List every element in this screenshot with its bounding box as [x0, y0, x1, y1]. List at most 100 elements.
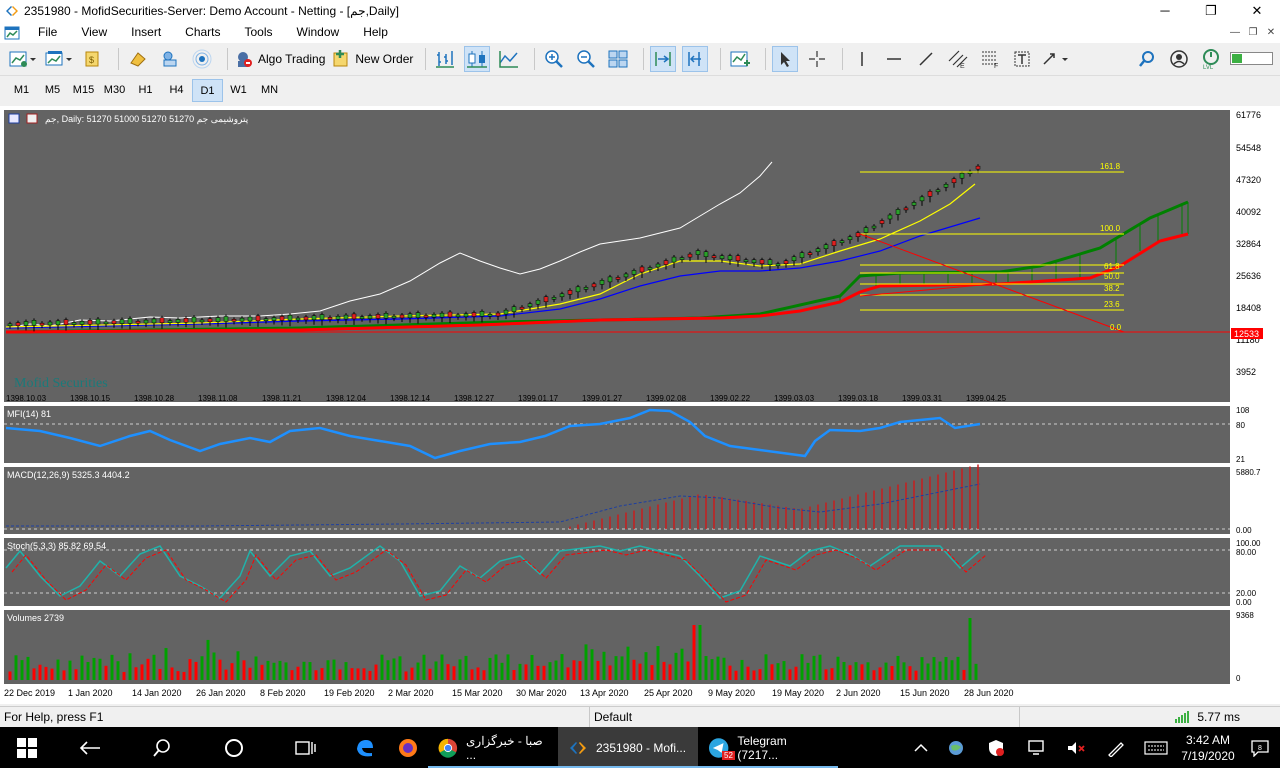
tray-keyboard-button[interactable]	[1136, 727, 1176, 768]
profiles-button[interactable]	[44, 46, 74, 72]
menu-help[interactable]: Help	[351, 22, 400, 43]
minimize-button[interactable]: ─	[1142, 0, 1188, 22]
horizontal-line-button[interactable]	[881, 46, 907, 72]
vertical-line-button[interactable]	[849, 46, 875, 72]
toolbar-separator	[720, 48, 722, 70]
menu-insert[interactable]: Insert	[119, 22, 173, 43]
candlestick-chart-button[interactable]	[464, 46, 491, 72]
timeframe-mn[interactable]: MN	[254, 79, 285, 102]
volume-bar	[584, 644, 588, 680]
timeframe-d1[interactable]: D1	[192, 79, 223, 102]
chrome-icon	[438, 738, 458, 758]
toolbar-separator	[425, 48, 427, 70]
auto-scroll-button[interactable]	[650, 46, 677, 72]
text-button[interactable]	[1009, 46, 1035, 72]
timeframe-m1[interactable]: M1	[6, 79, 37, 102]
status-connection[interactable]: 5.77 ms	[1175, 710, 1280, 724]
volume-bar	[128, 653, 132, 680]
volume-bar	[602, 651, 606, 680]
menu-tools[interactable]: Tools	[233, 22, 285, 43]
tile-windows-button[interactable]	[605, 46, 631, 72]
timeframe-h4[interactable]: H4	[161, 79, 192, 102]
equidistant-channel-button[interactable]: E	[945, 46, 971, 72]
tray-globe-button[interactable]	[936, 727, 976, 768]
candle-body	[23, 321, 29, 326]
task-view-button[interactable]	[270, 727, 342, 768]
volume-bar	[452, 666, 456, 680]
volume-bar	[560, 654, 564, 680]
start-button[interactable]	[0, 727, 54, 768]
line-chart-button[interactable]	[496, 46, 522, 72]
timeframe-w1[interactable]: W1	[223, 79, 254, 102]
mdi-restore-button[interactable]: ❐	[1244, 27, 1262, 38]
bar-chart-button[interactable]	[432, 46, 458, 72]
stoch-panel[interactable]	[4, 538, 1230, 606]
candle-body	[71, 322, 77, 325]
signals-button[interactable]	[189, 46, 215, 72]
tray-volume-button[interactable]	[1056, 727, 1096, 768]
timeframe-m15[interactable]: M15	[68, 79, 99, 102]
timeframe-h1[interactable]: H1	[130, 79, 161, 102]
menu-charts[interactable]: Charts	[173, 22, 232, 43]
indicators-button[interactable]	[727, 46, 753, 72]
mdi-close-button[interactable]: ✕	[1262, 27, 1280, 38]
firefox-taskbar-button[interactable]	[388, 727, 428, 768]
trend-line-button[interactable]	[913, 46, 939, 72]
zoom-in-button[interactable]	[541, 46, 567, 72]
cursor-button[interactable]	[772, 46, 799, 72]
volume-bar	[110, 654, 114, 680]
chart-shift-button[interactable]	[682, 46, 709, 72]
close-button[interactable]: ✕	[1234, 0, 1280, 22]
mfi-scale-label: 21	[1236, 455, 1245, 464]
volume-bar	[428, 668, 432, 680]
fib-level-label: 100.0	[1100, 224, 1121, 233]
taskbar-clock[interactable]: 3:42 AM 7/19/2020	[1176, 727, 1240, 768]
navigator-button[interactable]	[157, 46, 183, 72]
mdi-minimize-button[interactable]: —	[1226, 27, 1244, 38]
chart-window[interactable]: جم, Daily: 51270 51000 51270 51270 پتروش…	[0, 106, 1280, 704]
timeframe-m30[interactable]: M30	[99, 79, 130, 102]
market-watch-button[interactable]: $	[80, 46, 106, 72]
tile-windows-icon	[608, 50, 628, 68]
tray-pen-button[interactable]	[1096, 727, 1136, 768]
mfi-panel[interactable]	[4, 406, 1230, 463]
new-order-button[interactable]: New Order	[331, 46, 413, 72]
ping-value: 5.77 ms	[1197, 710, 1240, 724]
zoom-out-button[interactable]	[573, 46, 599, 72]
algo-trading-button[interactable]: Algo Trading	[234, 46, 325, 72]
taskbar-app-metatrader[interactable]: 2351980 - Mofi...	[558, 727, 698, 768]
fib-level-label: 38.2	[1104, 284, 1120, 293]
tray-overflow-button[interactable]	[906, 727, 936, 768]
level-button[interactable]: LVL	[1198, 46, 1224, 72]
maximize-button[interactable]: ❐	[1188, 0, 1234, 22]
back-button[interactable]	[54, 727, 126, 768]
crosshair-button[interactable]	[804, 46, 830, 72]
candle-body	[167, 320, 173, 323]
cortana-button[interactable]	[198, 727, 270, 768]
main-chart-panel[interactable]	[4, 110, 1230, 402]
timeframe-m5[interactable]: M5	[37, 79, 68, 102]
macd-panel[interactable]	[4, 467, 1230, 534]
menu-file[interactable]: File	[26, 22, 69, 43]
tray-network-button[interactable]	[1016, 727, 1056, 768]
new-order-label: New Order	[355, 52, 414, 66]
taskbar-app-telegram[interactable]: 52 Telegram (7217...	[698, 727, 838, 768]
volume-bar	[686, 661, 690, 680]
volume-bar	[860, 664, 864, 680]
date-label: 1399.02.08	[646, 394, 687, 403]
edge-taskbar-button[interactable]	[342, 727, 388, 768]
new-chart-button[interactable]	[8, 46, 38, 72]
chart-canvas[interactable]: جم, Daily: 51270 51000 51270 51270 پتروش…	[0, 106, 1280, 704]
search-button[interactable]	[1134, 46, 1160, 72]
taskbar-app-chrome[interactable]: صبا - خبرگزاری ...	[428, 727, 558, 768]
tray-security-button[interactable]	[976, 727, 1016, 768]
fibonacci-button[interactable]: F	[977, 46, 1003, 72]
data-window-button[interactable]	[125, 46, 151, 72]
account-button[interactable]	[1166, 46, 1192, 72]
menu-window[interactable]: Window	[285, 22, 352, 43]
menu-view[interactable]: View	[69, 22, 119, 43]
search-taskbar-button[interactable]	[126, 727, 198, 768]
arrows-button[interactable]	[1041, 46, 1071, 72]
notification-center-button[interactable]: 8	[1240, 727, 1280, 768]
globe-icon	[949, 740, 963, 755]
